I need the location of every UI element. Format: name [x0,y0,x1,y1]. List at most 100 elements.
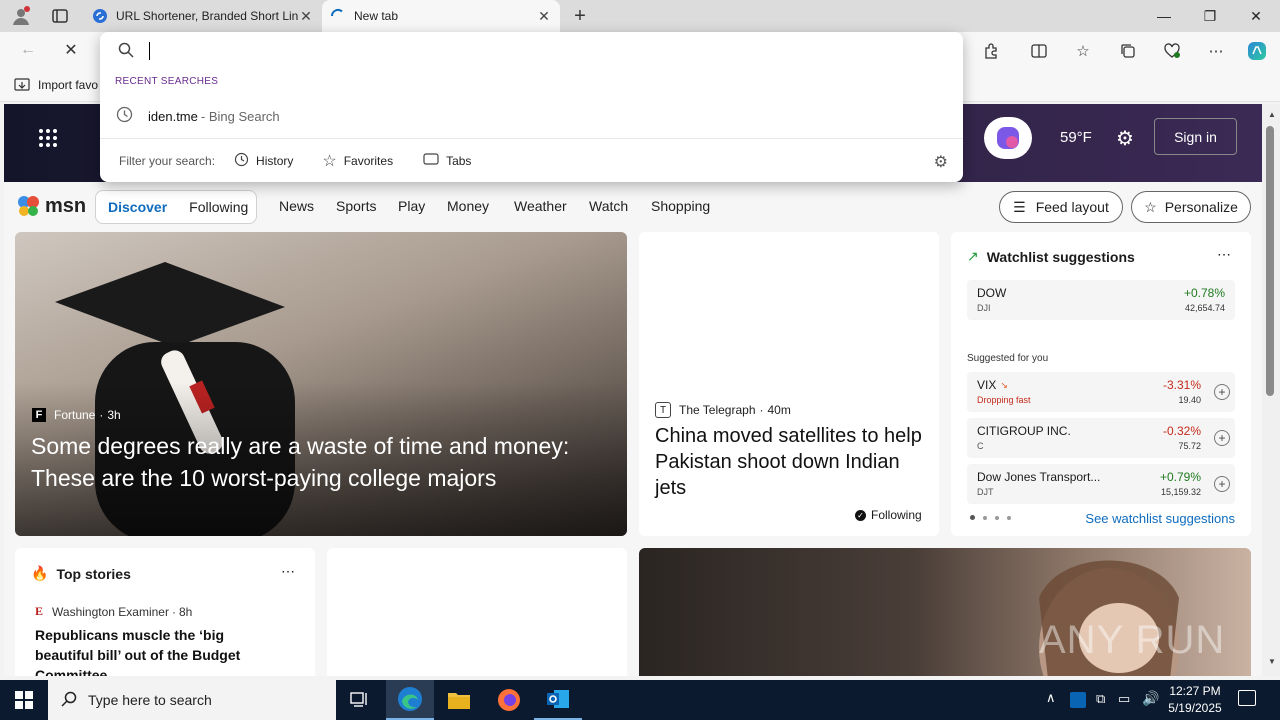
close-tab-icon[interactable]: ✕ [536,8,552,25]
browser-essentials-icon[interactable] [1161,40,1183,62]
stock-name: VIX [977,378,997,392]
watchlist-row-citigroup[interactable]: CITIGROUP INC. C -0.32% 75.72 + [967,418,1235,458]
main-story-headline[interactable]: Some degrees really are a waste of time … [31,430,616,494]
watchlist-more-icon[interactable]: ⋯ [1217,246,1231,263]
scroll-up-icon[interactable]: ▲ [1268,110,1276,119]
firefox-icon[interactable] [485,680,533,720]
address-input[interactable] [100,32,963,70]
watchlist-card: ↗ Watchlist suggestions ⋯ DOW DJI +0.78%… [951,232,1251,536]
top-stories-card: 🔥 Top stories ⋯ E Washington Examiner · … [15,548,315,676]
top-stories-more-icon[interactable]: ⋯ [281,563,295,580]
minimize-icon[interactable]: — [1141,0,1187,32]
add-to-watchlist-icon[interactable]: + [1214,430,1230,446]
suggestion-settings-icon[interactable]: ⚙ [934,152,948,172]
favorites-star-icon[interactable]: ☆ [1072,40,1094,62]
side-story-headline[interactable]: China moved satellites to help Pakistan … [655,423,925,501]
network-icon[interactable]: ▭ [1118,691,1130,707]
close-tab-icon[interactable]: ✕ [298,8,314,25]
tray-outlook-icon[interactable] [1070,692,1086,708]
tab-new-tab[interactable]: New tab ✕ [322,0,560,32]
msn-logo[interactable]: msn [16,194,86,218]
taskbar-search-box[interactable]: Type here to search [48,680,336,720]
filter-favorites-label: Favorites [343,153,394,168]
split-screen-icon[interactable] [1028,40,1050,62]
apps-grid-icon[interactable] [38,128,58,148]
watchlist-title: Watchlist suggestions [986,248,1135,265]
page-scrollbar[interactable]: ▲ ▼ [1262,104,1280,676]
tab-actions-icon[interactable] [50,7,70,25]
edge-taskbar-icon[interactable] [386,680,434,720]
add-to-watchlist-icon[interactable]: + [1214,384,1230,400]
carousel-dots[interactable] [970,515,1011,520]
outlook-icon[interactable] [534,680,582,720]
close-window-icon[interactable]: ✕ [1233,0,1279,32]
filter-tabs[interactable]: Tabs [423,152,471,169]
filter-favorites[interactable]: ☆ Favorites [322,151,393,171]
more-menu-icon[interactable]: ⋯ [1205,40,1227,62]
personalize-button[interactable]: ☆ Personalize [1131,191,1251,223]
copilot-icon[interactable] [1246,40,1268,62]
profile-icon[interactable] [10,5,32,27]
sign-in-button[interactable]: Sign in [1154,118,1237,155]
notification-icon[interactable] [1238,690,1256,706]
stock-name: CITIGROUP INC. [977,424,1071,438]
see-watchlist-link[interactable]: See watchlist suggestions [1085,511,1235,526]
tab-discover[interactable]: Discover [108,199,167,215]
history-icon [234,152,249,170]
tab-url-shortener[interactable]: URL Shortener, Branded Short Lin ✕ [84,0,322,32]
windows-start-icon[interactable] [0,680,48,720]
following-label[interactable]: Following [871,508,922,522]
feed-layout-button[interactable]: ☰ Feed layout [999,191,1123,223]
sliders-icon: ☰ [1013,198,1026,215]
top-story-headline[interactable]: Republicans muscle the ‘big beautiful bi… [35,625,285,676]
suggested-label: Suggested for you [967,353,1049,364]
scroll-down-icon[interactable]: ▼ [1268,657,1276,666]
nav-watch[interactable]: Watch [589,198,628,214]
dropping-arrow-icon: ↘ [1000,379,1008,390]
nav-news[interactable]: News [279,198,314,214]
tray-chevron-icon[interactable]: ∧ [1046,690,1056,706]
nav-play[interactable]: Play [398,198,425,214]
story-source: The Telegraph [679,403,756,417]
star-icon: ☆ [322,152,337,170]
search-icon [118,42,134,61]
story-source: Washington Examiner [52,604,169,619]
tray-device-icon[interactable]: ⧉ [1096,691,1105,707]
feed-tabs: Discover Following [95,190,257,224]
watchlist-row-djt[interactable]: Dow Jones Transport... DJT +0.79% 15,159… [967,464,1235,504]
clock[interactable]: 12:27 PM 5/19/2025 [1164,683,1226,717]
flame-icon: 🔥 [31,565,49,581]
nav-money[interactable]: Money [447,198,489,214]
nav-sports[interactable]: Sports [336,198,376,214]
restore-icon[interactable]: ❐ [1187,0,1233,32]
settings-gear-icon[interactable]: ⚙ [1116,126,1134,151]
collections-icon[interactable] [1117,40,1139,62]
photo-story-card[interactable]: ANY RUN [639,548,1251,676]
filter-history[interactable]: History [234,152,293,170]
file-explorer-icon[interactable] [435,680,483,720]
feed-layout-label: Feed layout [1035,199,1109,215]
nav-shopping[interactable]: Shopping [651,198,710,214]
extensions-icon[interactable] [980,40,1002,62]
volume-icon[interactable]: 🔊 [1142,690,1159,707]
back-icon[interactable]: ← [16,38,40,62]
stop-loading-icon[interactable]: ✕ [59,38,83,62]
add-to-watchlist-icon[interactable]: + [1214,476,1230,492]
side-story-card[interactable]: T The Telegraph · 40m China moved satell… [639,232,939,536]
watchlist-row-dow[interactable]: DOW DJI +0.78% 42,654.74 [967,280,1235,320]
import-favorites-button[interactable]: Import favo [14,77,98,93]
copilot-badge-icon[interactable] [984,117,1032,159]
new-tab-icon[interactable]: + [568,4,592,28]
watchlist-row-vix[interactable]: VIX ↘ Dropping fast -3.31% 19.40 + [967,372,1235,412]
story-time: 3h [107,408,121,422]
top-stories-title: Top stories [56,565,131,582]
placeholder-card [327,548,627,676]
task-view-icon[interactable] [336,680,384,720]
scroll-thumb[interactable] [1266,126,1274,396]
nav-weather[interactable]: Weather [514,198,567,214]
recent-search-item[interactable]: iden.tme - Bing Search [100,102,963,130]
tab-title: URL Shortener, Branded Short Lin [116,9,298,23]
weather-temperature[interactable]: 59°F [1060,129,1092,146]
tab-following[interactable]: Following [189,199,248,215]
main-story-card[interactable]: F Fortune · 3h Some degrees really are a… [15,232,627,536]
